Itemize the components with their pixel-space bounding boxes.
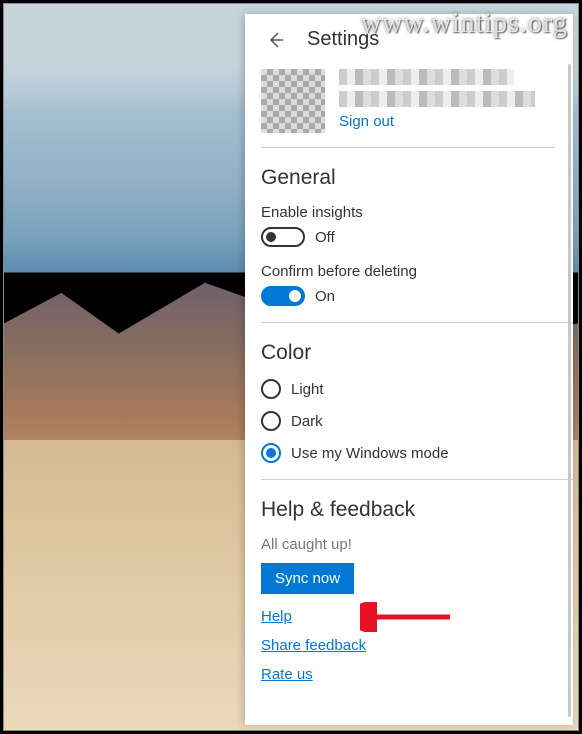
confirm-delete-toggle[interactable] [261,286,305,306]
confirm-delete-label: Confirm before deleting [261,263,555,280]
signout-link[interactable]: Sign out [339,113,545,130]
general-section: General Enable insights Off Confirm befo… [261,148,573,323]
account-section: Sign out [261,61,555,148]
radio-dark-icon [261,411,281,431]
radio-light-label: Light [291,381,324,398]
radio-windows-mode[interactable]: Use my Windows mode [261,443,555,463]
account-name-redacted [339,69,514,85]
radio-light-icon [261,379,281,399]
general-title: General [261,166,555,190]
radio-light[interactable]: Light [261,379,555,399]
help-section: Help & feedback All caught up! Sync now … [261,480,573,711]
radio-dark-label: Dark [291,413,323,430]
rate-us-link[interactable]: Rate us [261,666,555,683]
confirm-delete-state: On [315,288,335,305]
sync-now-button[interactable]: Sync now [261,563,354,594]
account-info: Sign out [339,69,545,133]
radio-windows-label: Use my Windows mode [291,445,449,462]
avatar [261,69,325,133]
radio-dark[interactable]: Dark [261,411,555,431]
share-feedback-link[interactable]: Share feedback [261,637,555,654]
back-button[interactable] [265,30,285,50]
help-title: Help & feedback [261,498,555,522]
account-email-redacted [339,91,535,107]
radio-windows-icon [261,443,281,463]
caught-up-text: All caught up! [261,536,555,553]
scrollbar[interactable] [568,64,571,717]
color-section: Color Light Dark Use my Windows mode [261,323,573,480]
insights-toggle[interactable] [261,227,305,247]
watermark: www.wintips.org [361,8,568,40]
insights-label: Enable insights [261,204,555,221]
annotation-arrow-icon [360,602,460,632]
color-title: Color [261,341,555,365]
insights-state: Off [315,229,335,246]
